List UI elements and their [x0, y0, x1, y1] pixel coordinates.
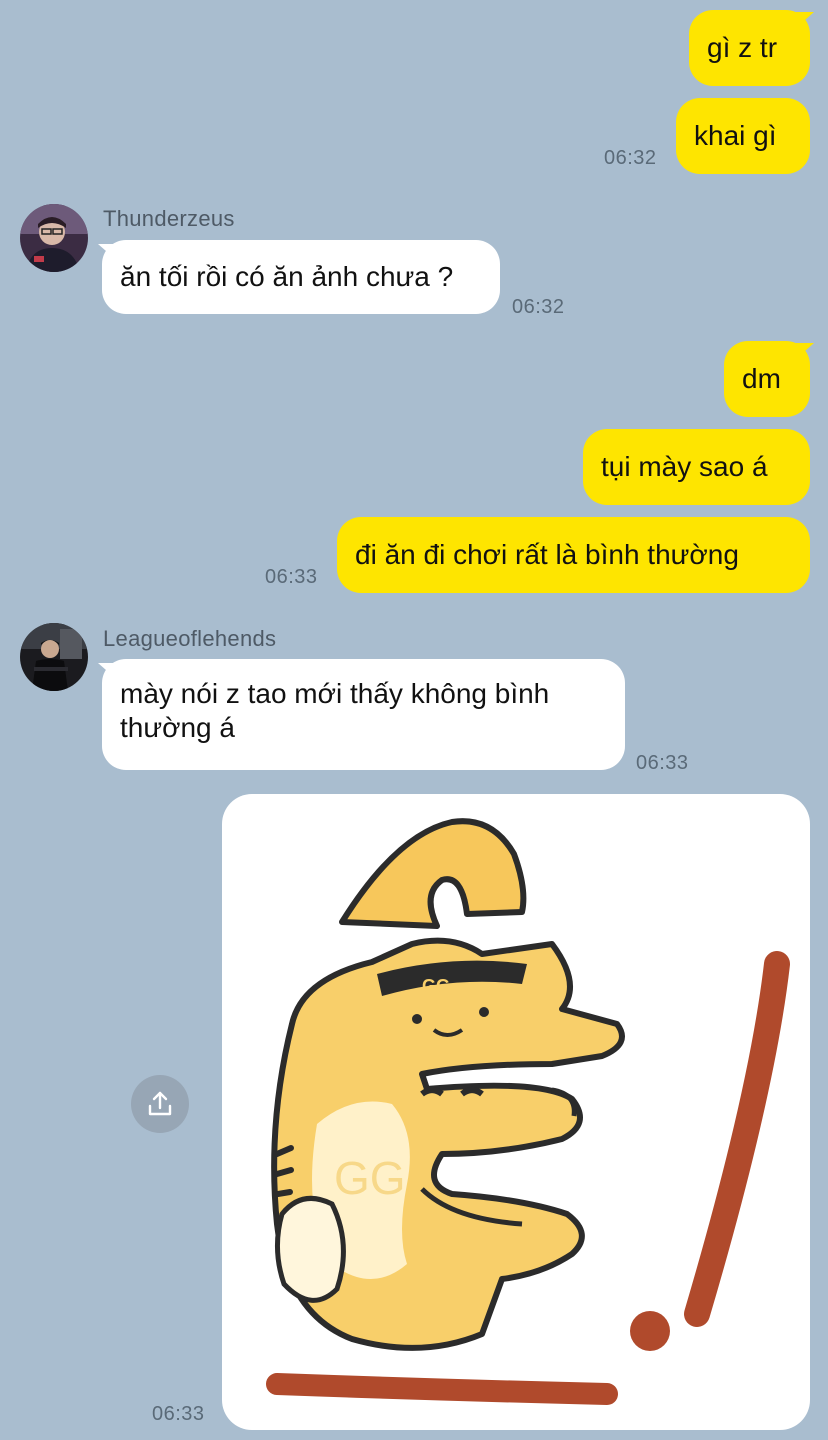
message-text-line: thường á	[120, 712, 235, 743]
message-text: gì z tr	[707, 32, 778, 63]
share-upload-icon[interactable]	[131, 1075, 189, 1133]
outgoing-message[interactable]: khai gì	[676, 98, 810, 174]
timestamp: 06:32	[604, 147, 657, 169]
timestamp: 06:33	[636, 752, 689, 774]
message-text: dm	[742, 363, 781, 394]
outgoing-message[interactable]: tụi mày sao á	[583, 429, 810, 505]
incoming-message[interactable]: mày nói z tao mới thấy không bình thường…	[102, 659, 625, 770]
message-text: khai gì	[694, 120, 777, 151]
message-text: đi ăn đi chơi rất là bình thường	[355, 539, 739, 570]
svg-text:GG: GG	[334, 1152, 406, 1204]
sender-name: Leagueoflehends	[103, 626, 277, 651]
svg-text:GG: GG	[422, 976, 450, 996]
incoming-message[interactable]: ăn tối rồi có ăn ảnh chưa ?	[102, 240, 500, 314]
cat-sticker[interactable]: GG GG	[222, 794, 810, 1430]
timestamp: 06:33	[152, 1403, 205, 1425]
message-text: tụi mày sao á	[601, 451, 768, 482]
bubble-tail	[98, 244, 114, 258]
bubble-tail	[796, 12, 814, 28]
bubble-tail	[796, 343, 814, 359]
outgoing-message[interactable]: đi ăn đi chơi rất là bình thường	[337, 517, 810, 593]
message-text: ăn tối rồi có ăn ảnh chưa ?	[120, 261, 454, 292]
bubble-tail	[98, 663, 114, 677]
timestamp: 06:32	[512, 296, 565, 318]
timestamp: 06:33	[265, 566, 318, 588]
avatar[interactable]	[20, 204, 88, 272]
message-text-line: mày nói z tao mới thấy không bình	[120, 678, 550, 709]
sender-name: Thunderzeus	[103, 206, 235, 231]
outgoing-message[interactable]: gì z tr	[689, 10, 810, 86]
avatar[interactable]	[20, 623, 88, 691]
